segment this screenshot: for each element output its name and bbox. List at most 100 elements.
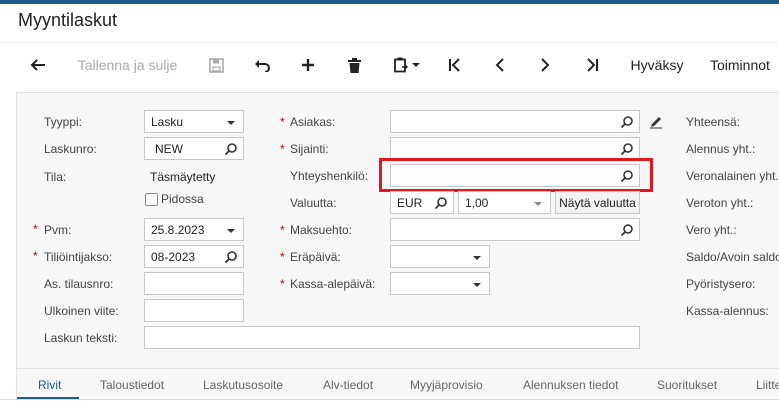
add-button[interactable] — [296, 46, 320, 84]
chevron-down-icon — [534, 202, 542, 206]
maksuehto-label: Maksuehto: — [290, 223, 353, 237]
first-page-icon — [449, 58, 460, 72]
save-close-button[interactable]: Tallenna ja sulje — [70, 46, 185, 84]
pvm-value: 25.8.2023 — [151, 222, 205, 237]
search-icon — [434, 197, 447, 210]
tabs-divider — [0, 399, 779, 400]
back-arrow-icon — [30, 59, 45, 71]
exchange-rate-value: 1,00 — [465, 195, 489, 210]
first-page-button[interactable] — [443, 46, 467, 84]
chevron-down-icon — [412, 63, 420, 67]
edit-customer-button[interactable] — [646, 112, 666, 132]
required-marker: * — [33, 222, 38, 236]
tila-label: Tila: — [44, 170, 67, 184]
tab-laskutusosoite[interactable]: Laskutusosoite — [203, 378, 283, 392]
pvm-field[interactable]: 25.8.2023 — [144, 218, 244, 241]
kassa-alennus-label: Kassa-alennus: — [686, 304, 769, 318]
page-title: Myyntilaskut — [18, 10, 118, 30]
tila-value: Täsmäytetty — [150, 170, 216, 184]
kassa-alepaiva-field[interactable] — [390, 272, 490, 295]
alennus-label: Alennus yht.: — [686, 142, 756, 156]
exchange-rate-select[interactable]: 1,00 — [458, 191, 551, 214]
tab-myyjaprovisio[interactable]: Myyjäprovisio — [410, 378, 483, 392]
pidossa-checkbox[interactable] — [145, 193, 158, 206]
required-marker: * — [280, 277, 285, 291]
chevron-down-icon — [473, 283, 481, 287]
last-page-icon — [587, 58, 598, 72]
valuutta-label: Valuutta: — [290, 196, 337, 210]
vero-label: Vero yht.: — [686, 223, 737, 237]
show-currency-button[interactable]: Näytä valuutta — [555, 191, 640, 214]
tab-liitteet[interactable]: Liitteet — [756, 378, 779, 392]
tab-suoritukset[interactable]: Suoritukset — [657, 378, 717, 392]
kassa-alepaiva-label: Kassa-alepäivä: — [290, 277, 376, 291]
tab-alennuksen-tiedot[interactable]: Alennuksen tiedot — [523, 378, 618, 392]
detail-tabs: Rivit Taloustiedot Laskutusosoite Alv-ti… — [16, 368, 779, 400]
pyoristysero-label: Pyöristysero: — [686, 277, 756, 291]
pvm-label: Pvm: — [44, 223, 72, 237]
tiliointijakso-field[interactable]: 08-2023 — [144, 245, 244, 268]
search-icon — [224, 143, 237, 156]
veronalainen-label: Veronalainen yht.: — [686, 169, 779, 183]
currency-value: EUR — [397, 195, 423, 210]
search-icon — [224, 251, 237, 264]
sijainti-label: Sijainti: — [290, 142, 329, 156]
ulkoinen-viite-label: Ulkoinen viite: — [44, 304, 119, 318]
tyyppi-value: Lasku — [151, 114, 184, 129]
delete-button[interactable] — [342, 46, 366, 84]
highlight-box — [379, 158, 653, 192]
asiakas-label: Asiakas: — [290, 115, 336, 129]
sijainti-field[interactable] — [390, 137, 640, 160]
clipboard-icon — [394, 57, 408, 73]
clipboard-menu-button[interactable] — [388, 46, 426, 84]
back-button[interactable] — [26, 46, 50, 84]
search-icon — [620, 224, 633, 237]
delete-icon — [347, 57, 361, 73]
prev-page-icon — [495, 58, 504, 72]
saldo-label: Saldo/Avoin saldo: — [686, 250, 779, 264]
veroton-label: Veroton yht.: — [686, 196, 754, 210]
laskun-teksti-field[interactable] — [144, 326, 640, 349]
as-tilausnro-field[interactable] — [144, 272, 244, 295]
ulkoinen-viite-field[interactable] — [144, 299, 244, 322]
add-icon — [302, 59, 314, 71]
save-icon — [208, 57, 224, 73]
yhteyshenkilo-label: Yhteyshenkilö: — [290, 169, 369, 183]
currency-field[interactable]: EUR — [390, 191, 454, 214]
erapaiva-field[interactable] — [390, 245, 490, 268]
tyyppi-label: Tyyppi: — [44, 115, 83, 129]
top-accent-bar — [0, 0, 779, 4]
edit-icon — [650, 117, 662, 129]
actions-menu-button[interactable]: Toiminnot — [710, 46, 779, 84]
undo-icon — [255, 60, 270, 72]
header-divider — [0, 42, 779, 43]
tiliointijakso-value: 08-2023 — [151, 249, 196, 264]
required-marker: * — [280, 142, 285, 156]
tab-taloustiedot[interactable]: Taloustiedot — [100, 378, 164, 392]
chevron-down-icon — [473, 256, 481, 260]
laskunro-field[interactable]: NEW — [144, 137, 244, 160]
save-button[interactable] — [204, 46, 228, 84]
asiakas-field[interactable] — [390, 110, 640, 133]
tab-alv-tiedot[interactable]: Alv-tiedot — [323, 378, 373, 392]
chevron-down-icon — [227, 229, 235, 233]
last-page-button[interactable] — [580, 46, 604, 84]
laskunro-value: NEW — [155, 141, 183, 156]
pidossa-label: Pidossa — [161, 192, 204, 206]
required-marker: * — [33, 249, 38, 263]
maksuehto-field[interactable] — [390, 218, 640, 241]
tiliointijakso-label: Tiliöintijakso: — [44, 250, 113, 264]
as-tilausnro-label: As. tilausnro: — [44, 277, 114, 291]
prev-page-button[interactable] — [488, 46, 512, 84]
undo-button[interactable] — [250, 46, 274, 84]
required-marker: * — [280, 115, 285, 129]
tyyppi-select[interactable]: Lasku — [144, 110, 244, 133]
search-icon — [620, 143, 633, 156]
tab-rivit[interactable]: Rivit — [38, 378, 61, 392]
erapaiva-label: Eräpäivä: — [290, 250, 341, 264]
required-marker: * — [280, 223, 285, 237]
approve-button[interactable]: Hyväksy — [626, 46, 688, 84]
next-page-button[interactable] — [533, 46, 557, 84]
yhteensa-label: Yhteensä: — [686, 115, 741, 129]
laskun-teksti-label: Laskun teksti: — [44, 331, 118, 345]
